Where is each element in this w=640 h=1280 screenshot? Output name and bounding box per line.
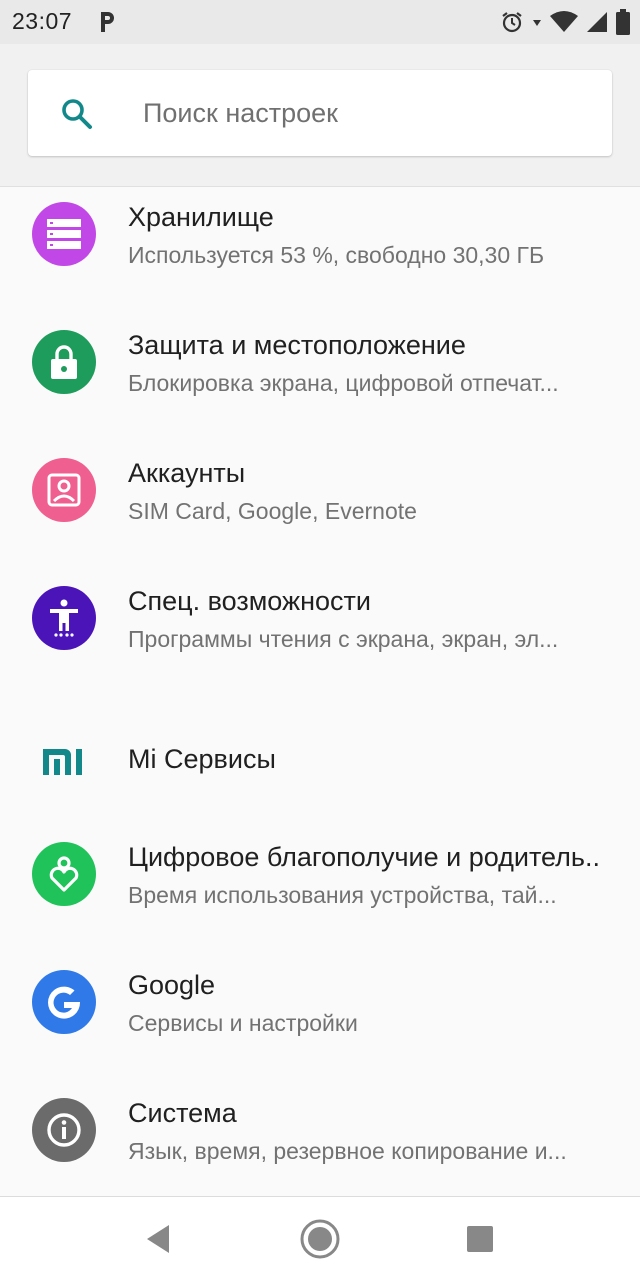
accessibility-icon-bg bbox=[32, 586, 96, 650]
search-icon bbox=[62, 99, 92, 129]
item-title: Mi Сервисы bbox=[128, 744, 276, 774]
search-bar[interactable]: Поиск настроек bbox=[28, 70, 612, 156]
digital-wellbeing-icon bbox=[49, 856, 79, 892]
lock-icon bbox=[51, 345, 77, 379]
recents-icon bbox=[467, 1226, 493, 1252]
item-subtitle: Используется 53 %, свободно 30,30 ГБ bbox=[128, 242, 545, 268]
info-icon bbox=[47, 1113, 81, 1147]
status-bar: 23:07 bbox=[0, 0, 640, 44]
item-title: Защита и местоположение bbox=[128, 330, 466, 360]
settings-item-accessibility[interactable]: Спец. возможности Программы чтения с экр… bbox=[0, 570, 640, 698]
settings-header: Поиск настроек bbox=[0, 44, 640, 187]
status-time: 23:07 bbox=[12, 8, 73, 34]
data-arrow-icon bbox=[533, 20, 541, 26]
back-button[interactable] bbox=[136, 1217, 180, 1261]
item-subtitle: Программы чтения с экрана, экран, эл... bbox=[128, 626, 559, 652]
account-icon bbox=[47, 473, 81, 507]
back-icon bbox=[147, 1225, 169, 1253]
settings-screen: 23:07 Поиск настроек Хранилище Используе… bbox=[0, 0, 640, 1280]
item-title: Аккаунты bbox=[128, 458, 246, 488]
signal-icon bbox=[587, 12, 607, 32]
item-title: Google bbox=[128, 970, 216, 1000]
google-icon-bg bbox=[32, 970, 96, 1034]
storage-icon-bg bbox=[32, 202, 96, 266]
settings-list: Хранилище Используется 53 %, свободно 30… bbox=[0, 186, 640, 1210]
item-title: Спец. возможности bbox=[128, 586, 371, 616]
item-subtitle: Блокировка экрана, цифровой отпечат... bbox=[128, 370, 559, 396]
item-subtitle: Время использования устройства, тай... bbox=[128, 882, 557, 908]
parking-p-icon bbox=[101, 12, 114, 32]
accessibility-icon bbox=[50, 599, 78, 637]
settings-item-security[interactable]: Защита и местоположение Блокировка экран… bbox=[0, 314, 640, 442]
search-placeholder: Поиск настроек bbox=[143, 98, 338, 128]
home-button[interactable] bbox=[298, 1217, 342, 1261]
item-subtitle: Язык, время, резервное копирование и... bbox=[128, 1138, 567, 1164]
item-subtitle: Сервисы и настройки bbox=[128, 1010, 358, 1036]
settings-item-storage[interactable]: Хранилище Используется 53 %, свободно 30… bbox=[0, 186, 640, 314]
item-title: Система bbox=[128, 1098, 237, 1128]
battery-icon bbox=[616, 9, 630, 35]
digital-wellbeing-icon-bg bbox=[32, 842, 96, 906]
navigation-bar bbox=[0, 1196, 640, 1280]
recents-button[interactable] bbox=[458, 1217, 502, 1261]
settings-item-digital-wellbeing[interactable]: Цифровое благополучие и родитель.. Время… bbox=[0, 826, 640, 954]
settings-item-system[interactable]: Система Язык, время, резервное копирован… bbox=[0, 1082, 640, 1210]
info-icon-bg bbox=[32, 1098, 96, 1162]
wifi-icon bbox=[550, 11, 578, 32]
alarm-icon bbox=[502, 12, 522, 33]
mi-logo-icon-wrap bbox=[32, 730, 96, 794]
home-icon bbox=[300, 1219, 340, 1259]
settings-item-accounts[interactable]: Аккаунты SIM Card, Google, Evernote bbox=[0, 442, 640, 570]
storage-icon bbox=[47, 219, 81, 249]
settings-item-google[interactable]: Google Сервисы и настройки bbox=[0, 954, 640, 1082]
mi-logo-icon bbox=[43, 749, 82, 775]
item-subtitle: SIM Card, Google, Evernote bbox=[128, 498, 417, 524]
account-icon-bg bbox=[32, 458, 96, 522]
item-title: Цифровое благополучие и родитель.. bbox=[128, 842, 600, 872]
status-icons bbox=[500, 8, 630, 36]
google-g-icon bbox=[48, 986, 81, 1019]
settings-item-mi-services[interactable]: Mi Сервисы bbox=[0, 698, 640, 826]
lock-icon-bg bbox=[32, 330, 96, 394]
item-title: Хранилище bbox=[128, 202, 274, 232]
